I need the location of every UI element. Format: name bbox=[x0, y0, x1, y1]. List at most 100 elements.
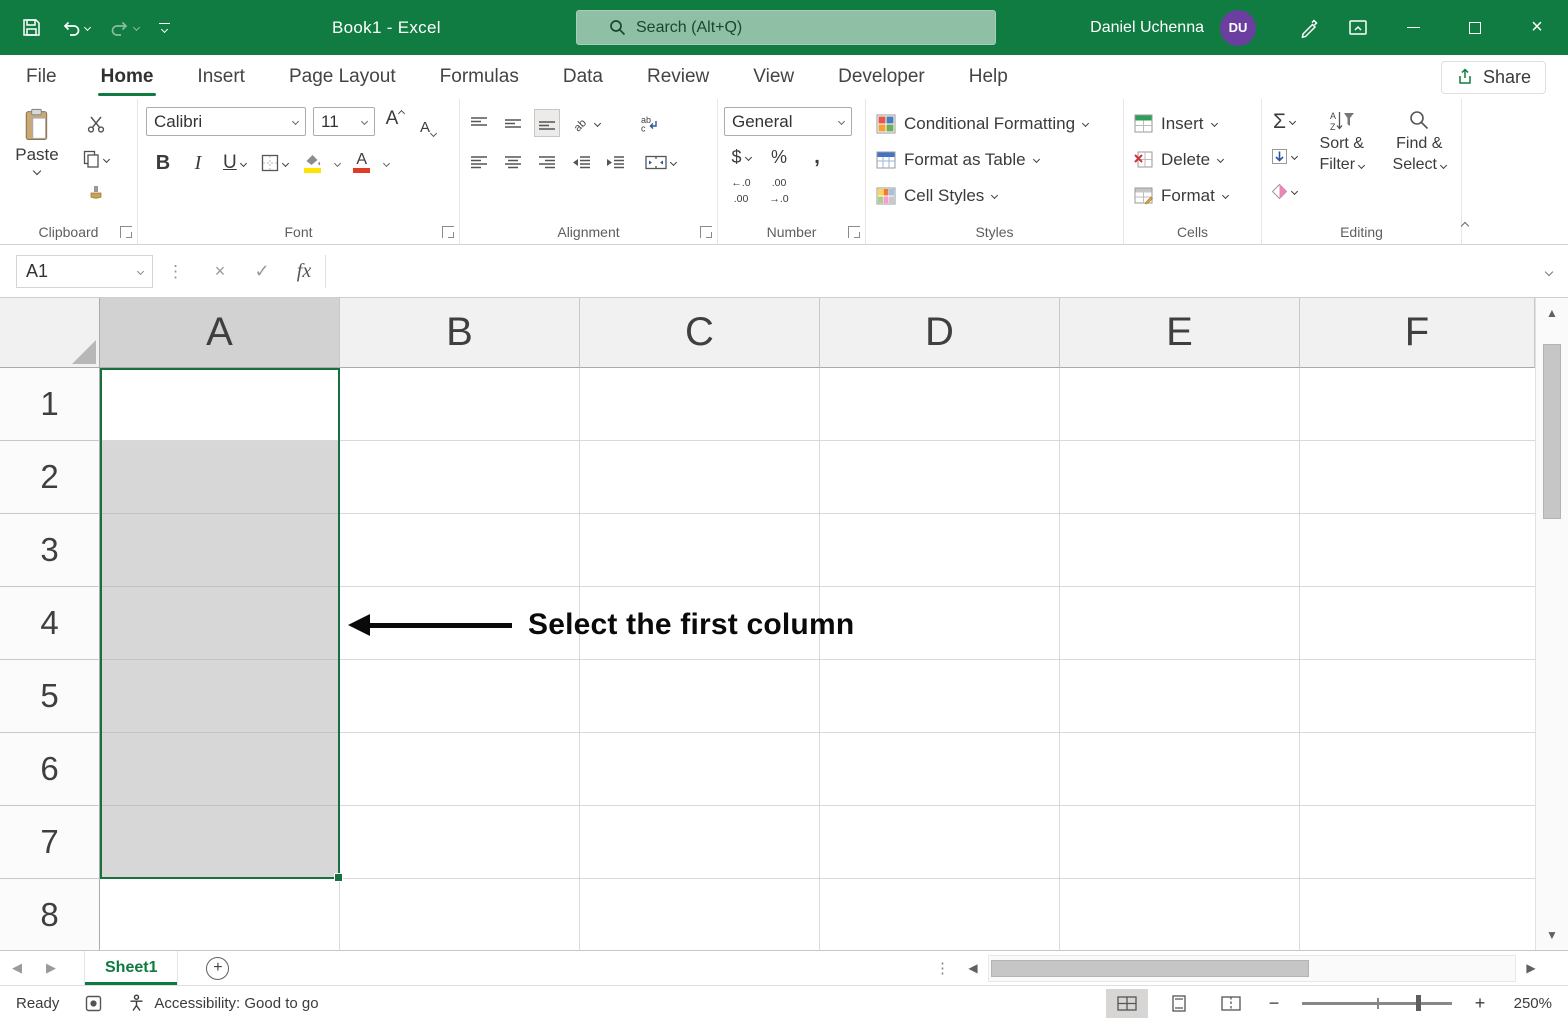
scroll-up-button[interactable]: ▲ bbox=[1536, 298, 1568, 328]
paste-button[interactable]: Paste bbox=[6, 105, 68, 208]
format-as-table-button[interactable]: Format as Table bbox=[872, 143, 1119, 176]
page-layout-view-button[interactable] bbox=[1158, 989, 1200, 1018]
format-painter-button[interactable] bbox=[80, 180, 112, 208]
format-cells-button[interactable]: Format bbox=[1130, 179, 1257, 212]
column-header-A[interactable]: A bbox=[100, 298, 340, 368]
zoom-out-button[interactable]: − bbox=[1262, 993, 1286, 1014]
collapse-ribbon-button[interactable] bbox=[1460, 216, 1470, 234]
redo-button[interactable] bbox=[106, 15, 143, 41]
font-size-combobox[interactable]: 11 bbox=[313, 107, 375, 136]
row-header-4[interactable]: 4 bbox=[0, 587, 100, 660]
tab-developer[interactable]: Developer bbox=[838, 55, 925, 99]
formula-bar-drag-handle[interactable]: ⋮ bbox=[167, 262, 185, 282]
save-button[interactable] bbox=[18, 14, 45, 41]
next-sheet-button[interactable]: ▶ bbox=[34, 960, 68, 976]
align-middle-button[interactable] bbox=[500, 109, 526, 137]
avatar[interactable]: DU bbox=[1220, 9, 1256, 46]
row-header-5[interactable]: 5 bbox=[0, 660, 100, 733]
tab-page-layout[interactable]: Page Layout bbox=[289, 55, 396, 99]
fill-color-chevron-icon[interactable] bbox=[333, 159, 341, 167]
fill-color-button[interactable] bbox=[300, 149, 326, 177]
previous-sheet-button[interactable]: ◀ bbox=[0, 960, 34, 976]
tab-file[interactable]: File bbox=[26, 55, 57, 99]
clear-button[interactable] bbox=[1268, 177, 1300, 205]
column-header-C[interactable]: C bbox=[580, 298, 820, 368]
select-all-corner[interactable] bbox=[0, 298, 100, 368]
vertical-scrollbar[interactable]: ▲ ▼ bbox=[1535, 298, 1568, 950]
customize-quick-access-button[interactable] bbox=[155, 19, 174, 37]
formula-input[interactable] bbox=[325, 255, 1542, 288]
scroll-down-button[interactable]: ▼ bbox=[1536, 920, 1568, 950]
decrease-indent-button[interactable] bbox=[568, 148, 594, 176]
font-dialog-launcher-icon[interactable] bbox=[442, 226, 454, 238]
new-sheet-button[interactable]: + bbox=[206, 956, 230, 980]
align-center-button[interactable] bbox=[500, 148, 526, 176]
zoom-slider[interactable] bbox=[1302, 995, 1452, 1011]
name-box[interactable]: A1 bbox=[16, 255, 153, 288]
row-header-8[interactable]: 8 bbox=[0, 879, 100, 950]
sort-filter-button[interactable]: AZ Sort & Filter bbox=[1304, 107, 1380, 205]
ink-pen-button[interactable] bbox=[1286, 0, 1334, 55]
macro-record-icon[interactable] bbox=[85, 995, 102, 1012]
sheet-tab-sheet1[interactable]: Sheet1 bbox=[84, 951, 179, 985]
number-format-combobox[interactable]: General bbox=[724, 107, 852, 136]
tab-view[interactable]: View bbox=[753, 55, 794, 99]
orientation-button[interactable]: ab bbox=[568, 109, 603, 137]
decrease-font-size-button[interactable]: A bbox=[415, 108, 441, 137]
scroll-left-button[interactable]: ◀ bbox=[958, 955, 988, 982]
row-header-2[interactable]: 2 bbox=[0, 441, 100, 514]
minimize-button[interactable] bbox=[1382, 0, 1444, 55]
ribbon-display-options-button[interactable] bbox=[1334, 0, 1382, 55]
insert-function-button[interactable]: fx bbox=[283, 255, 325, 288]
bold-button[interactable]: B bbox=[150, 149, 176, 177]
font-color-chevron-icon[interactable] bbox=[382, 159, 390, 167]
find-select-button[interactable]: Find & Select bbox=[1382, 107, 1458, 205]
zoom-slider-thumb[interactable] bbox=[1416, 995, 1421, 1011]
zoom-level[interactable]: 250% bbox=[1502, 995, 1552, 1012]
fill-button[interactable] bbox=[1268, 142, 1300, 170]
borders-button[interactable] bbox=[258, 149, 291, 177]
close-button[interactable]: × bbox=[1506, 0, 1568, 55]
tab-review[interactable]: Review bbox=[647, 55, 709, 99]
normal-view-button[interactable] bbox=[1106, 988, 1148, 1018]
row-header-3[interactable]: 3 bbox=[0, 514, 100, 587]
increase-font-size-button[interactable]: A bbox=[382, 108, 408, 136]
zoom-in-button[interactable]: + bbox=[1468, 993, 1492, 1014]
comma-style-button[interactable]: , bbox=[804, 143, 830, 171]
alignment-dialog-launcher-icon[interactable] bbox=[700, 226, 712, 238]
font-color-button[interactable]: A bbox=[349, 149, 375, 177]
spreadsheet-cells[interactable]: Select the first column bbox=[100, 368, 1535, 950]
conditional-formatting-button[interactable]: Conditional Formatting bbox=[872, 107, 1119, 140]
column-header-D[interactable]: D bbox=[820, 298, 1060, 368]
column-header-E[interactable]: E bbox=[1060, 298, 1300, 368]
copy-button[interactable] bbox=[80, 145, 112, 173]
tab-data[interactable]: Data bbox=[563, 55, 603, 99]
italic-button[interactable]: I bbox=[185, 149, 211, 177]
fill-handle[interactable] bbox=[334, 873, 343, 882]
font-family-combobox[interactable]: Calibri bbox=[146, 107, 306, 136]
undo-button[interactable] bbox=[57, 15, 94, 41]
row-header-1[interactable]: 1 bbox=[0, 368, 100, 441]
row-header-6[interactable]: 6 bbox=[0, 733, 100, 806]
page-break-view-button[interactable] bbox=[1210, 989, 1252, 1018]
align-left-button[interactable] bbox=[466, 148, 492, 176]
expand-formula-bar-chevron-icon[interactable] bbox=[1544, 267, 1554, 276]
tab-insert[interactable]: Insert bbox=[197, 55, 245, 99]
percent-style-button[interactable]: % bbox=[766, 143, 792, 171]
align-top-button[interactable] bbox=[466, 109, 492, 137]
increase-decimal-button[interactable]: ←.0 .00 bbox=[728, 178, 754, 206]
increase-indent-button[interactable] bbox=[602, 148, 628, 176]
enter-entry-button[interactable]: ✓ bbox=[241, 255, 283, 288]
horizontal-scrollbar[interactable]: ◀ ▶ bbox=[958, 954, 1546, 982]
align-bottom-button[interactable] bbox=[534, 109, 560, 137]
decrease-decimal-button[interactable]: .00 →.0 bbox=[766, 178, 792, 206]
horizontal-scroll-track[interactable] bbox=[988, 954, 1516, 982]
vertical-scroll-thumb[interactable] bbox=[1543, 344, 1561, 519]
tab-help[interactable]: Help bbox=[969, 55, 1008, 99]
horizontal-scroll-thumb[interactable] bbox=[991, 959, 1309, 977]
column-header-B[interactable]: B bbox=[340, 298, 580, 368]
tab-splitter-handle[interactable]: ⋮ bbox=[935, 959, 950, 977]
cut-button[interactable] bbox=[80, 110, 112, 138]
accessibility-status[interactable]: Accessibility: Good to go bbox=[128, 994, 319, 1012]
cell-styles-button[interactable]: Cell Styles bbox=[872, 179, 1119, 212]
